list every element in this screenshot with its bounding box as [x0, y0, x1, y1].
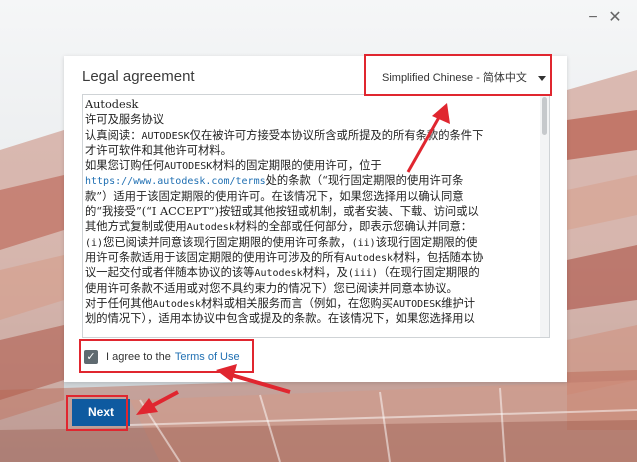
scroll-thumb[interactable]: [542, 97, 547, 135]
license-text-segment: 该现行固定期限的使: [375, 235, 478, 249]
license-text-segment: 如果您订购任何: [85, 159, 165, 173]
license-text-segment: Autodesk: [152, 298, 201, 310]
agree-label: I agree to the: [106, 351, 171, 363]
license-text-segment: 仅在被许可方接受本协议所含或所提及的所有条款的条件下: [189, 128, 484, 142]
license-text-segment: 材料或相关服务而言（例如，在您购买: [200, 296, 394, 310]
license-text: Autodesk 许可及服务协议 认真阅读：AUTODESK仅在被许可方接受本协议所…: [85, 97, 533, 326]
license-text-segment: (i): [85, 237, 104, 249]
license-text-segment: （在现行固定期限的: [377, 266, 480, 280]
license-line: 的“我接受”(“I ACCEPT”)按钮或其他按钮或机制，或者安装、下载、访问或…: [85, 204, 533, 219]
license-line: 议一起交付或者伴随本协议的该等Autodesk材料，及(iii)（在现行固定期限…: [85, 265, 533, 280]
license-text-segment: 款”）适用于该固定期限的使用许可。在该情况下，如果您选择用以确认同意: [85, 189, 464, 203]
license-line: https://www.autodesk.com/terms处的条款（“现行固定…: [85, 173, 533, 188]
dialog-title: Legal agreement: [82, 68, 195, 85]
license-line: 许可及服务协议: [85, 112, 533, 127]
license-line: 划的情况下），适用本协议中包含或提及的条款。在该情况下，如果您选择用以: [85, 311, 533, 326]
license-text-segment: (iii): [347, 268, 378, 280]
license-text-segment: 才许可软件和其他许可材料。: [85, 143, 232, 157]
license-text-segment: 议一起交付或者伴随本协议的该等: [85, 266, 255, 280]
license-line: (i)您已阅读并同意该现行固定期限的使用许可条款，(ii)该现行固定期限的使: [85, 235, 533, 250]
license-text-segment: 材料的全部或任何部分，即表示您确认并同意：: [234, 220, 473, 234]
license-text-segment: AUTODESK: [393, 298, 442, 310]
license-line: 其他方式复制或使用Autodesk材料的全部或任何部分，即表示您确认并同意：: [85, 219, 533, 234]
license-text-segment: 材料的固定期限的使用许可，位于: [212, 159, 382, 173]
license-text-segment: Autodesk: [85, 98, 139, 111]
license-text-segment: (ii): [351, 237, 376, 249]
license-text-segment: Autodesk: [254, 268, 303, 280]
scrollbar[interactable]: [540, 95, 549, 337]
license-text-segment: 对于任何其他: [85, 296, 153, 310]
license-text-segment: 其他方式复制或使用: [85, 220, 187, 234]
agree-checkbox[interactable]: ✓: [84, 350, 98, 364]
terms-of-use-link[interactable]: Terms of Use: [175, 351, 240, 363]
license-text-segment: 材料，包括随本协: [393, 250, 484, 264]
license-line: 认真阅读：AUTODESK仅在被许可方接受本协议所含或所提及的所有条款的条件下: [85, 128, 533, 143]
license-line: 款”）适用于该固定期限的使用许可。在该情况下，如果您选择用以确认同意: [85, 189, 533, 204]
license-line: 才许可软件和其他许可材料。: [85, 143, 533, 158]
installer-window: − ✕ Legal agreement Simplified Chinese -…: [0, 0, 637, 462]
license-text-segment: Autodesk: [344, 252, 394, 264]
license-text-box[interactable]: Autodesk 许可及服务协议 认真阅读：AUTODESK仅在被许可方接受本协议所…: [82, 94, 550, 338]
license-line: Autodesk: [85, 97, 533, 112]
caret-down-icon: [538, 76, 546, 81]
agree-row: ✓ I agree to the Terms of Use: [84, 348, 240, 366]
next-button[interactable]: Next: [72, 399, 130, 426]
license-text-segment: 用许可条款适用于该固定期限的使用许可涉及的所有: [85, 250, 345, 264]
license-text-segment: 许可及服务协议: [85, 113, 165, 127]
language-select-value: Simplified Chinese - 简体中文: [382, 72, 527, 84]
legal-agreement-dialog: Legal agreement Simplified Chinese - 简体中…: [64, 56, 567, 382]
terms-url-link[interactable]: https://www.autodesk.com/terms: [85, 176, 266, 187]
close-icon[interactable]: ✕: [606, 8, 624, 28]
license-text-segment: Autodesk: [186, 222, 235, 234]
license-text-segment: 材料，及: [302, 266, 348, 280]
license-text-segment: AUTODESK: [141, 130, 190, 142]
license-text-segment: 使用许可条款不适用或对您不具约束力的情况下）您已阅读并同意本协议。: [85, 281, 458, 295]
minimize-icon[interactable]: −: [584, 8, 602, 28]
license-text-segment: 您已阅读并同意该现行固定期限的使用许可条款，: [103, 235, 352, 249]
license-line: 用许可条款适用于该固定期限的使用许可涉及的所有Autodesk材料，包括随本协: [85, 250, 533, 265]
license-text-segment: 的“我接受”(“I ACCEPT”)按钮或其他按钮或机制，或者安装、下载、访问或…: [85, 205, 479, 219]
license-line: 对于任何其他Autodesk材料或相关服务而言（例如，在您购买AUTODESK维…: [85, 296, 533, 311]
license-line: 如果您订购任何AUTODESK材料的固定期限的使用许可，位于: [85, 158, 533, 173]
license-text-segment: 认真阅读：: [85, 128, 142, 142]
language-select[interactable]: Simplified Chinese - 简体中文: [372, 65, 554, 91]
license-text-segment: AUTODESK: [164, 161, 213, 173]
license-text-segment: 划的情况下），适用本协议中包含或提及的条款。在该情况下，如果您选择用以: [85, 312, 475, 326]
license-text-segment: 维护计: [441, 296, 476, 310]
license-text-segment: 处的条款（“现行固定期限的使用许可条: [265, 174, 464, 188]
license-line: 使用许可条款不适用或对您不具约束力的情况下）您已阅读并同意本协议。: [85, 281, 533, 296]
